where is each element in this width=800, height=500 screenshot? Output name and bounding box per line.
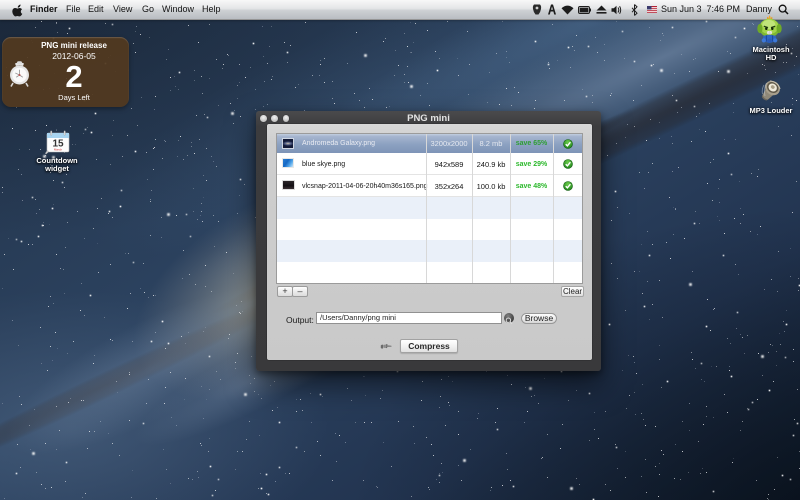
svg-text:March: March bbox=[54, 148, 63, 152]
